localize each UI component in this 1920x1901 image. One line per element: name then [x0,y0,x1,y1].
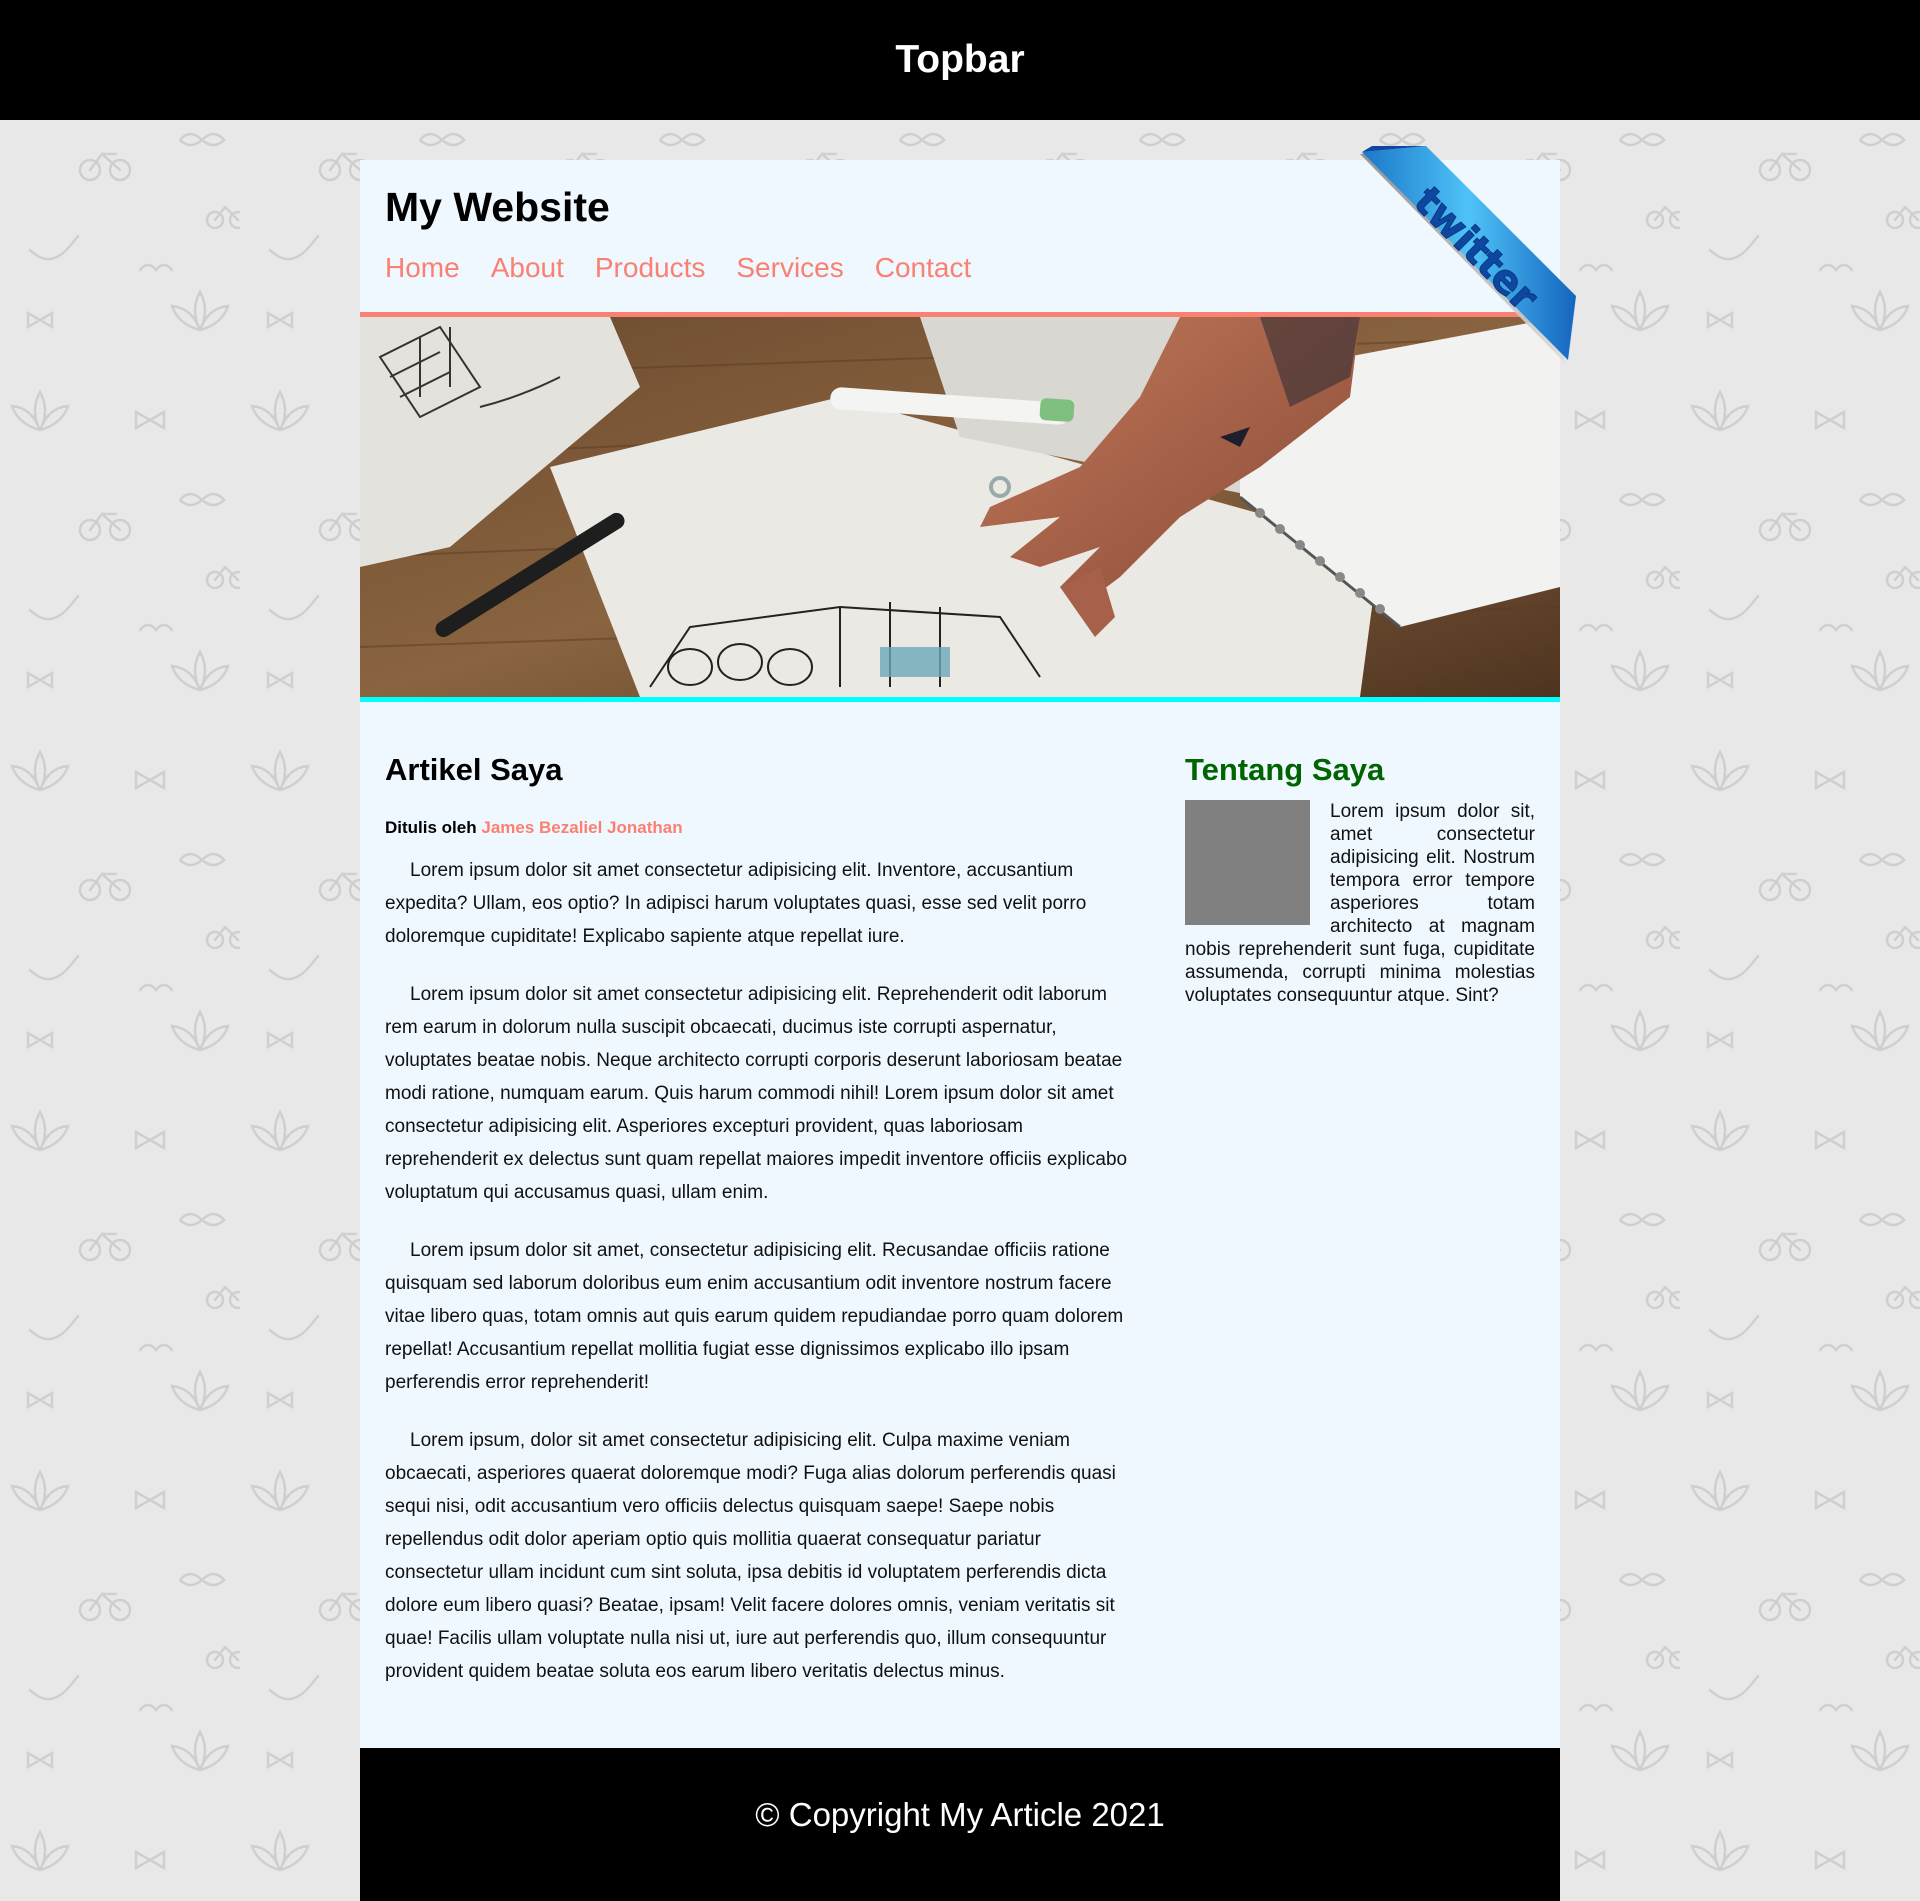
hero-banner [360,312,1560,702]
twitter-ribbon[interactable]: twitter [1350,142,1578,370]
hero-image [360,317,1560,697]
article-paragraph-3: Lorem ipsum dolor sit amet, consectetur … [385,1240,1124,1393]
topbar: Topbar [0,0,1920,120]
footer-copyright: © Copyright My Article 2021 [755,1795,1165,1833]
author-name[interactable]: James Bezaliel Jonathan [481,818,682,837]
nav-item-about: About [491,252,564,284]
article-paragraph-1: Lorem ipsum dolor sit amet consectetur a… [385,860,1087,947]
page-container: My Website Home About Products Services … [360,146,1576,1901]
nav-item-services: Services [736,252,843,284]
article-paragraph-2: Lorem ipsum dolor sit amet consectetur a… [385,984,1128,1203]
nav-link-services[interactable]: Services [736,252,843,283]
nav-item-products: Products [595,252,706,284]
site-footer: © Copyright My Article 2021 [360,1748,1560,1901]
sidebar-about: Tentang Saya Lorem ipsum dolor sit, amet… [1185,752,1535,1007]
nav-link-products[interactable]: Products [595,252,706,283]
nav-item-home: Home [385,252,460,284]
article-heading: Artikel Saya [385,752,563,787]
nav-link-home[interactable]: Home [385,252,460,283]
site-title: My Website [385,184,610,230]
about-paragraph: Lorem ipsum dolor sit, amet consectetur … [1185,800,1535,1007]
main-nav: Home About Products Services Contact [385,252,1002,284]
topbar-title: Topbar [895,38,1025,81]
profile-photo-placeholder [1185,800,1310,925]
aside-heading: Tentang Saya [1185,752,1385,787]
nav-link-contact[interactable]: Contact [875,252,972,283]
article: Artikel Saya Ditulis oleh James Bezaliel… [385,752,1130,1688]
nav-item-contact: Contact [875,252,972,284]
nav-link-about[interactable]: About [491,252,564,283]
article-byline: Ditulis oleh James Bezaliel Jonathan [385,818,1130,838]
byline-prefix: Ditulis oleh [385,818,477,837]
article-paragraph-4: Lorem ipsum, dolor sit amet consectetur … [385,1430,1116,1682]
